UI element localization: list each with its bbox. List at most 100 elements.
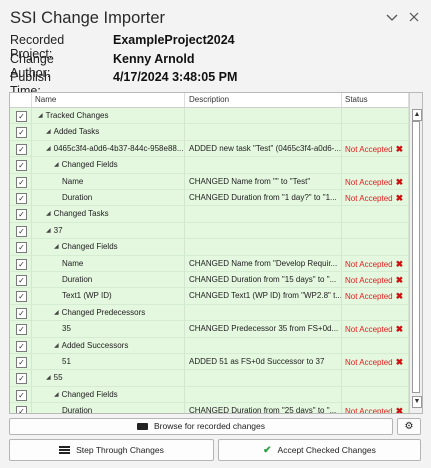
expand-collapse-icon[interactable]: ◢: [54, 387, 59, 403]
folder-icon: [136, 423, 148, 430]
row-name: Changed Fields: [61, 389, 118, 399]
settings-button[interactable]: ⚙: [397, 418, 421, 435]
row-name: Duration: [62, 193, 93, 202]
expand-collapse-icon[interactable]: ◢: [54, 305, 59, 321]
table-row[interactable]: ✓ ◢ Changed Predecessors: [10, 304, 409, 322]
expand-collapse-icon[interactable]: ◢: [46, 223, 51, 239]
row-status-cell: Not Accepted ✖: [342, 173, 409, 190]
table-row[interactable]: ✓ Text1 (WP ID) CHANGED Text1 (WP ID) from…: [10, 288, 409, 305]
scroll-down-arrow-icon[interactable]: ▼: [412, 396, 422, 408]
header-description[interactable]: Description: [185, 93, 342, 107]
row-checkbox[interactable]: ✓: [16, 340, 27, 352]
row-name-cell: ◢ Changed Fields: [32, 157, 185, 174]
browse-button[interactable]: Browse for recorded changes: [9, 418, 393, 435]
row-checkbox[interactable]: ✓: [16, 143, 27, 155]
expand-collapse-icon[interactable]: ◢: [46, 206, 51, 222]
row-checkbox[interactable]: ✓: [16, 193, 27, 204]
row-checkbox[interactable]: ✓: [16, 176, 27, 188]
step-through-button[interactable]: Step Through Changes: [9, 439, 214, 461]
table-row[interactable]: ✓ 51 ADDED 51 as FS+0d Successor to 37 Not …: [10, 354, 409, 371]
row-checkbox[interactable]: ✓: [16, 111, 27, 122]
row-checkbox[interactable]: ✓: [16, 160, 27, 172]
table-row[interactable]: ✓ ◢ 37: [10, 222, 409, 240]
row-checkbox[interactable]: ✓: [16, 275, 27, 286]
row-status-cell: Not Accepted ✖: [342, 321, 409, 338]
row-name: 55: [53, 373, 63, 383]
expand-collapse-icon[interactable]: ◢: [54, 157, 59, 173]
row-status-cell: Not Accepted ✖: [342, 140, 409, 157]
row-description: CHANGED Name from "Develop Requir...: [185, 255, 342, 272]
row-checkbox[interactable]: ✓: [16, 127, 27, 139]
row-name-cell: Duration: [32, 190, 185, 206]
vertical-scrollbar[interactable]: ▲ ▼: [409, 93, 422, 413]
table-row[interactable]: ✓ ◢ Changed Fields: [10, 239, 409, 256]
row-description: [185, 304, 342, 321]
row-checkbox[interactable]: ✓: [16, 324, 27, 336]
table-row[interactable]: ✓ ◢ Changed Tasks: [10, 206, 409, 223]
table-row[interactable]: ✓ ◢ Changed Fields: [10, 386, 409, 404]
row-name-cell: ◢ Added Successors: [32, 337, 185, 354]
row-checkbox[interactable]: ✓: [16, 373, 27, 385]
table-row[interactable]: ✓ ◢ 0465c3f4-a0d6-4b37-844c-958e88... ADDED…: [10, 140, 409, 158]
row-checkbox[interactable]: ✓: [16, 389, 27, 401]
table-row[interactable]: ✓ Name CHANGED Name from "Develop Requir..…: [10, 255, 409, 272]
row-checkbox[interactable]: ✓: [16, 225, 27, 237]
row-name: Added Tasks: [53, 127, 100, 137]
row-description: [185, 337, 342, 354]
row-status-cell: [342, 337, 409, 354]
row-checkbox[interactable]: ✓: [16, 406, 27, 413]
row-name: Changed Tasks: [53, 209, 109, 219]
row-checkbox[interactable]: ✓: [16, 258, 27, 270]
expand-collapse-icon[interactable]: ◢: [46, 124, 51, 140]
chevron-down-icon[interactable]: [384, 10, 400, 26]
row-status-cell: Not Accepted ✖: [342, 255, 409, 272]
table-row[interactable]: ✓ Name CHANGED Name from "" to "Test" Not A…: [10, 173, 409, 190]
row-name-cell: Duration: [32, 272, 185, 288]
row-checkbox-cell: ✓: [10, 288, 32, 305]
reject-x-icon: ✖: [395, 324, 404, 335]
status-text: Not Accepted: [345, 276, 393, 285]
row-name: Duration: [62, 275, 93, 284]
expand-collapse-icon[interactable]: ◢: [46, 370, 51, 386]
table-row[interactable]: ✓ Duration CHANGED Duration from "25 days"…: [10, 403, 409, 414]
row-name: Changed Fields: [61, 242, 118, 252]
status-text: Not Accepted: [345, 177, 393, 187]
header-checkbox-column: [10, 93, 32, 107]
table-row[interactable]: ✓ ◢ Changed Fields: [10, 157, 409, 174]
scroll-thumb[interactable]: [412, 121, 420, 393]
row-status-cell: [342, 370, 409, 387]
close-icon[interactable]: [406, 10, 422, 26]
row-checkbox[interactable]: ✓: [16, 357, 27, 368]
table-row[interactable]: ✓ ◢ Tracked Changes: [10, 108, 409, 125]
expand-collapse-icon[interactable]: ◢: [54, 239, 59, 255]
expand-collapse-icon[interactable]: ◢: [38, 108, 43, 124]
scroll-up-arrow-icon[interactable]: ▲: [412, 109, 422, 121]
row-checkbox[interactable]: ✓: [16, 209, 27, 221]
row-status-cell: Not Accepted ✖: [342, 403, 409, 414]
table-row[interactable]: ✓ ◢ 55: [10, 370, 409, 387]
table-row[interactable]: ✓ 35 CHANGED Predecessor 35 from FS+0d... N…: [10, 321, 409, 338]
row-name-cell: Duration: [32, 403, 185, 414]
expand-collapse-icon[interactable]: ◢: [54, 338, 59, 354]
reject-x-icon: ✖: [395, 406, 404, 414]
row-checkbox-cell: ✓: [10, 403, 32, 413]
row-name-cell: ◢ 55: [32, 370, 185, 387]
table-row[interactable]: ✓ ◢ Added Tasks: [10, 124, 409, 141]
header-status[interactable]: Status: [342, 93, 409, 107]
row-checkbox[interactable]: ✓: [16, 291, 27, 303]
row-name-cell: ◢ Changed Fields: [32, 239, 185, 256]
row-description: [185, 370, 342, 387]
accept-checked-button[interactable]: ✔ Accept Checked Changes: [218, 439, 421, 461]
header-name[interactable]: Name: [32, 93, 185, 107]
reject-x-icon: ✖: [395, 291, 404, 302]
table-row[interactable]: ✓ Duration CHANGED Duration from "15 days"…: [10, 272, 409, 289]
reject-x-icon: ✖: [395, 258, 404, 269]
status-text: Not Accepted: [345, 194, 393, 203]
table-row[interactable]: ✓ ◢ Added Successors: [10, 337, 409, 354]
expand-collapse-icon[interactable]: ◢: [46, 141, 51, 157]
changes-grid[interactable]: Name Description Status ✓ ◢ Tracked Change…: [9, 92, 423, 414]
row-checkbox[interactable]: ✓: [16, 307, 27, 319]
table-row[interactable]: ✓ Duration CHANGED Duration from "1 day?" …: [10, 190, 409, 207]
row-name: Duration: [62, 406, 93, 414]
row-checkbox[interactable]: ✓: [16, 242, 27, 254]
